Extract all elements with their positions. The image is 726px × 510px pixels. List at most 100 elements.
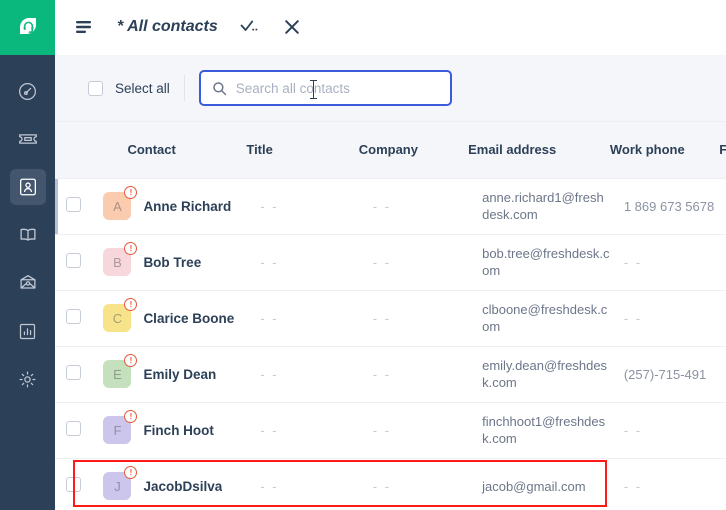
table-row[interactable]: E! Emily Dean - -- - emily.dean@freshdesk.c…	[55, 346, 726, 403]
column-header-work-phone[interactable]: Work phone	[609, 122, 720, 179]
row-title-cell: - -	[246, 234, 359, 291]
table-row[interactable]: J!JacobDsilva- -- -jacob@gmail.com- -- -	[55, 458, 726, 510]
row-fax-cell: - -	[719, 234, 726, 291]
row-fax-cell: - -	[719, 346, 726, 403]
bar-chart-icon	[19, 323, 36, 339]
page-title: * All contacts	[117, 18, 218, 35]
row-fax-cell: - -	[719, 402, 726, 459]
row-email-cell: finchhoot1@freshdesk.com	[468, 402, 610, 459]
row-email-cell: anne.richard1@freshdesk.com	[468, 178, 610, 235]
text-cursor	[309, 80, 317, 99]
warning-badge-icon: !	[124, 242, 138, 255]
column-header-title[interactable]: Title	[246, 122, 359, 179]
avatar: B!	[103, 242, 138, 276]
row-checkbox[interactable]	[65, 197, 81, 212]
row-title-cell: - -	[246, 178, 359, 235]
row-contact-cell: C! Clarice Boone	[91, 290, 247, 347]
sidebar-item-dashboard[interactable]	[10, 73, 46, 109]
hamburger-icon	[75, 21, 91, 33]
row-email-cell: jacob@gmail.com	[468, 458, 610, 510]
row-select-cell	[55, 234, 92, 291]
row-title-cell: - -	[246, 290, 359, 347]
app-logo[interactable]	[0, 0, 55, 55]
row-phone-cell: - -	[609, 234, 720, 291]
sidebar-item-social[interactable]	[10, 265, 46, 301]
row-checkbox[interactable]	[65, 421, 81, 436]
row-phone-cell: (257)-715-491	[609, 346, 720, 403]
warning-badge-icon: !	[124, 354, 138, 367]
contact-name[interactable]: Anne Richard	[143, 199, 231, 214]
row-email-cell: bob.tree@freshdesk.com	[468, 234, 610, 291]
column-header-fax[interactable]: Fa	[719, 122, 726, 179]
table-row[interactable]: B! Bob Tree - -- - bob.tree@freshdesk.com - …	[55, 234, 726, 291]
close-view-button[interactable]	[282, 17, 302, 37]
book-icon	[19, 228, 36, 241]
row-fax-cell: - -	[719, 178, 726, 235]
search-box[interactable]	[198, 70, 452, 106]
row-company-cell: - -	[358, 234, 469, 291]
column-header-company[interactable]: Company	[358, 122, 469, 179]
row-title-cell: - -	[246, 346, 359, 403]
column-header-email[interactable]: Email address	[468, 122, 610, 179]
toolbar-divider	[183, 75, 185, 101]
row-contact-cell: E! Emily Dean	[91, 346, 247, 403]
row-checkbox[interactable]	[65, 309, 81, 324]
sidebar-item-reports[interactable]	[10, 313, 46, 349]
row-phone-cell: 1 869 673 5678	[609, 178, 720, 235]
row-checkbox[interactable]	[65, 253, 81, 268]
contact-name[interactable]: Clarice Boone	[143, 311, 234, 326]
row-select-cell	[55, 290, 92, 347]
row-contact-cell: F! Finch Hoot	[91, 402, 247, 459]
row-phone-cell: - -	[609, 458, 720, 510]
contacts-table-container[interactable]: Contact Title Company Email address Work…	[55, 122, 726, 510]
sidebar-item-admin[interactable]	[10, 361, 46, 397]
row-company-cell: - -	[358, 178, 469, 235]
table-header-row: Contact Title Company Email address Work…	[55, 122, 726, 179]
row-phone-cell: - -	[609, 402, 720, 459]
search-input[interactable]	[235, 80, 436, 96]
gear-icon	[19, 371, 36, 387]
select-all-label: Select all	[115, 80, 170, 96]
row-contact-cell: A! Anne Richard	[91, 178, 247, 235]
close-icon	[284, 20, 299, 34]
header-select	[55, 122, 92, 179]
column-header-contact[interactable]: Contact	[91, 122, 247, 179]
row-indicator	[55, 178, 58, 234]
ticket-icon	[18, 134, 37, 144]
row-select-cell	[55, 178, 92, 235]
row-company-cell: - -	[358, 458, 469, 510]
row-checkbox[interactable]	[65, 477, 81, 492]
row-select-cell	[55, 458, 92, 510]
apply-view-button[interactable]	[240, 17, 260, 37]
contact-name[interactable]: Emily Dean	[143, 367, 216, 382]
contacts-table: Contact Title Company Email address Work…	[55, 122, 726, 510]
sidebar-item-solutions[interactable]	[10, 217, 46, 253]
sidebar-item-contacts[interactable]	[9, 169, 46, 205]
select-all-checkbox[interactable]	[88, 80, 103, 96]
table-body: A! Anne Richard - -- - anne.richard1@freshd…	[55, 178, 726, 510]
avatar: C!	[103, 298, 138, 332]
gauge-icon	[19, 82, 36, 100]
avatar-initial: B	[113, 254, 122, 270]
search-icon	[213, 81, 226, 95]
table-row[interactable]: A! Anne Richard - -- - anne.richard1@freshd…	[55, 178, 726, 235]
sidebar-item-tickets[interactable]	[10, 121, 46, 157]
avatar: A!	[103, 186, 138, 220]
menu-toggle-button[interactable]	[73, 16, 95, 38]
left-nav-rail	[0, 0, 55, 510]
view-titlebar: * All contacts	[55, 0, 726, 55]
headset-leaf-logo-icon	[19, 17, 36, 34]
avatar: J!	[103, 466, 138, 500]
table-row[interactable]: C! Clarice Boone - -- - clboone@freshdesk.c…	[55, 290, 726, 347]
row-title-cell: - -	[246, 402, 359, 459]
contact-name[interactable]: Bob Tree	[143, 255, 201, 270]
table-row[interactable]: F! Finch Hoot - -- - finchhoot1@freshdesk.c…	[55, 402, 726, 459]
warning-badge-icon: !	[124, 466, 138, 479]
row-company-cell: - -	[358, 346, 469, 403]
contact-name[interactable]: Finch Hoot	[143, 423, 214, 438]
contact-icon	[19, 178, 36, 196]
row-contact-cell: B! Bob Tree	[91, 234, 247, 291]
row-checkbox[interactable]	[65, 365, 81, 380]
list-toolbar: Select all	[55, 55, 726, 122]
contact-name[interactable]: JacobDsilva	[143, 479, 222, 494]
